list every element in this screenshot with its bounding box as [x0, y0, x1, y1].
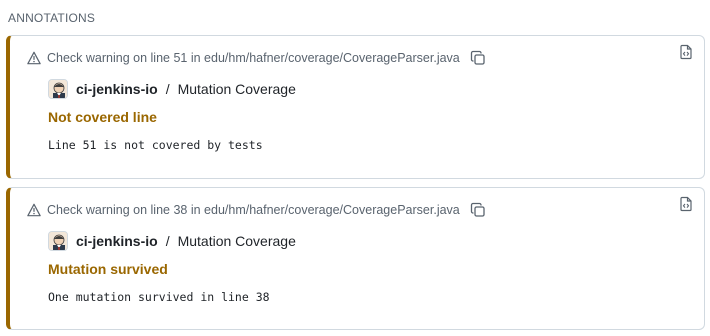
- separator: /: [165, 81, 170, 97]
- annotation-location-row: Check warning on line 38 in edu/hm/hafne…: [27, 202, 486, 218]
- annotation-location: Check warning on line 38 in edu/hm/hafne…: [47, 203, 460, 217]
- alert-triangle-icon: [27, 203, 41, 217]
- annotation-location: Check warning on line 51 in edu/hm/hafne…: [47, 51, 460, 65]
- copy-icon[interactable]: [470, 50, 486, 66]
- alert-triangle-icon: [27, 51, 41, 65]
- file-code-icon[interactable]: [678, 196, 694, 212]
- annotation-message: One mutation survived in line 38: [48, 290, 270, 304]
- section-title: ANNOTATIONS: [8, 11, 96, 25]
- separator: /: [165, 233, 170, 249]
- file-code-icon[interactable]: [678, 44, 694, 60]
- annotation-title: Mutation survived: [48, 261, 168, 277]
- annotation-card: Check warning on line 51 in edu/hm/hafne…: [6, 35, 705, 179]
- app-name[interactable]: ci-jenkins-io: [76, 81, 158, 97]
- annotation-location-row: Check warning on line 51 in edu/hm/hafne…: [27, 50, 486, 66]
- annotation-title: Not covered line: [48, 109, 157, 125]
- check-name: Mutation Coverage: [177, 233, 296, 249]
- check-name: Mutation Coverage: [177, 81, 296, 97]
- jenkins-avatar: [48, 79, 68, 99]
- annotation-card: Check warning on line 38 in edu/hm/hafne…: [6, 187, 705, 330]
- copy-icon[interactable]: [470, 202, 486, 218]
- annotation-message: Line 51 is not covered by tests: [48, 138, 263, 152]
- annotation-source: ci-jenkins-io / Mutation Coverage: [48, 79, 296, 99]
- app-name[interactable]: ci-jenkins-io: [76, 233, 158, 249]
- annotation-source: ci-jenkins-io / Mutation Coverage: [48, 231, 296, 251]
- jenkins-avatar: [48, 231, 68, 251]
